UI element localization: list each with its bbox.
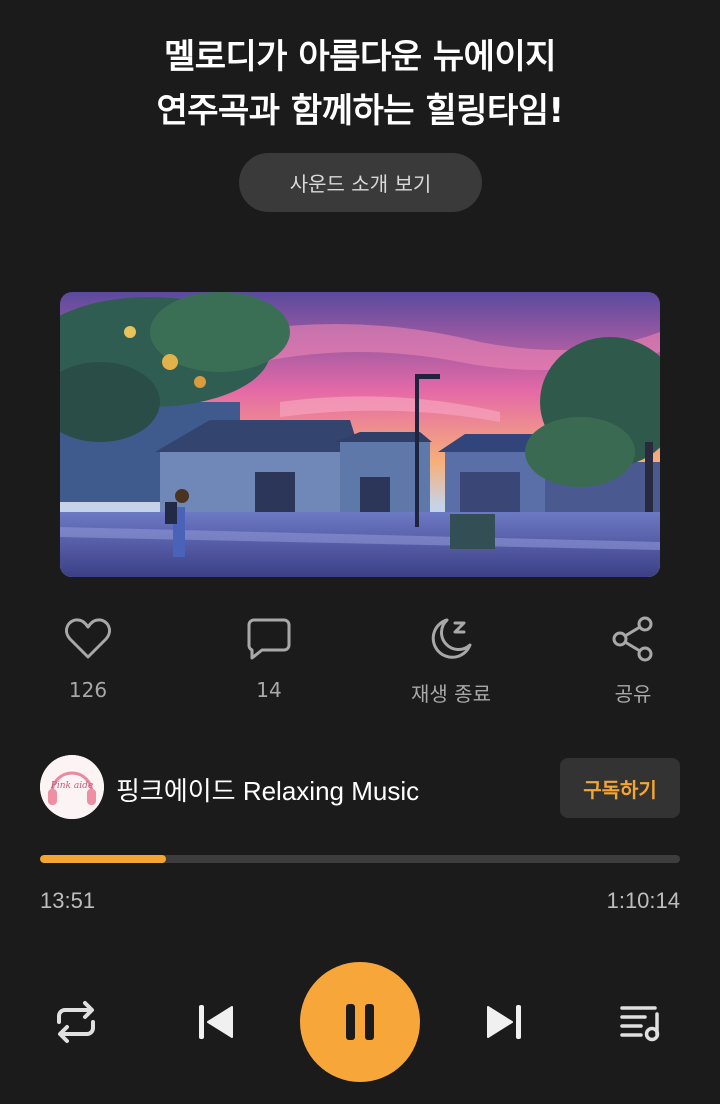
- title-line-2: 연주곡과 함께하는 힐링타임!: [156, 91, 564, 131]
- heart-icon[interactable]: [61, 612, 115, 666]
- comment-count: 14: [256, 678, 282, 702]
- title-line-1: 멜로디가 아름다운 뉴에이지: [163, 37, 557, 77]
- elapsed-time: 13:51: [40, 888, 96, 913]
- channel-row: Pink aide 핑크에이드 Relaxing Music 구독하기: [40, 755, 680, 819]
- repeat-icon[interactable]: [46, 992, 106, 1052]
- like-action[interactable]: 126: [18, 612, 158, 712]
- playlist-icon[interactable]: [612, 992, 672, 1052]
- album-artwork: [60, 292, 660, 577]
- comment-action[interactable]: 14: [199, 612, 339, 712]
- action-bar: 126 14 재생 종료 공유: [0, 612, 720, 712]
- playback-controls: [0, 962, 720, 1082]
- sound-intro-button[interactable]: 사운드 소개 보기: [239, 153, 482, 212]
- total-duration: 1:10:14: [606, 888, 680, 913]
- share-icon[interactable]: [606, 612, 660, 666]
- share-action[interactable]: 공유: [563, 612, 703, 712]
- like-count: 126: [68, 678, 108, 702]
- share-label: 공유: [614, 682, 652, 706]
- sleep-timer-label: 재생 종료: [411, 682, 491, 706]
- page-title: 멜로디가 아름다운 뉴에이지 연주곡과 함께하는 힐링타임!: [0, 30, 720, 138]
- previous-icon[interactable]: [186, 992, 246, 1052]
- avatar[interactable]: Pink aide: [40, 755, 104, 819]
- pause-icon: [346, 1004, 374, 1040]
- next-icon[interactable]: [474, 992, 534, 1052]
- channel-name[interactable]: 핑크에이드 Relaxing Music: [116, 771, 419, 808]
- subscribe-button[interactable]: 구독하기: [560, 758, 680, 818]
- avatar-logo-text: Pink aide: [50, 781, 93, 791]
- pause-button[interactable]: [300, 962, 420, 1082]
- progress-fill: [40, 855, 167, 863]
- moon-sleep-icon[interactable]: [424, 612, 478, 666]
- sleep-timer-action[interactable]: 재생 종료: [381, 612, 521, 712]
- comment-icon[interactable]: [242, 612, 296, 666]
- progress-bar[interactable]: [40, 855, 680, 863]
